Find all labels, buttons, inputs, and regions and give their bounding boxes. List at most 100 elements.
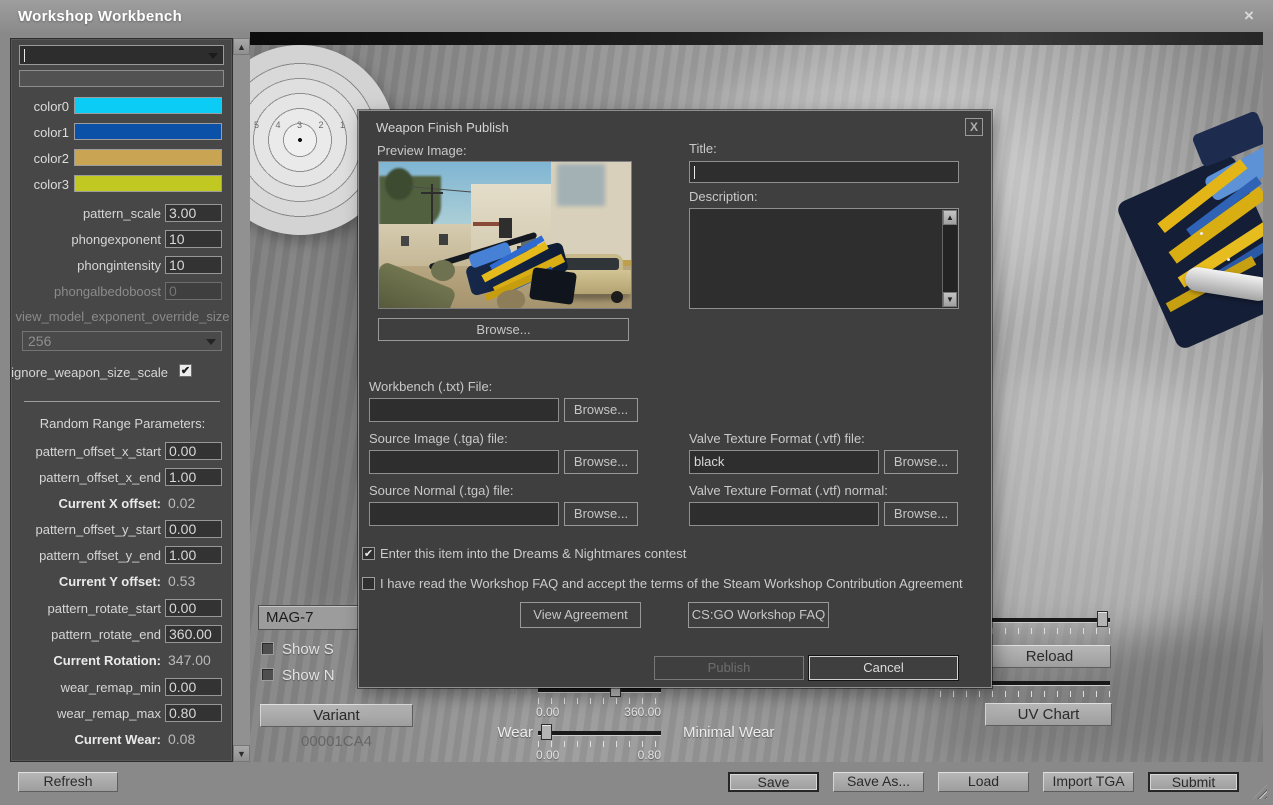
source-image-browse-button[interactable]: Browse... — [564, 450, 638, 474]
color2-label: color2 — [11, 151, 69, 166]
workshop-workbench-window: Workshop Workbench × 5 4 3 2 1 MAG-7 Sho… — [0, 0, 1273, 805]
source-image-input[interactable] — [369, 450, 559, 474]
refresh-button[interactable]: Refresh — [18, 772, 118, 792]
save-button[interactable]: Save — [728, 772, 819, 792]
preset-dropdown[interactable] — [19, 45, 224, 65]
load-button[interactable]: Load — [938, 772, 1029, 792]
resize-grip[interactable] — [1253, 785, 1267, 799]
wear-slider-track[interactable] — [538, 731, 661, 735]
field-label: pattern_offset_y_end — [11, 548, 161, 563]
workbench-browse-button[interactable]: Browse... — [564, 398, 638, 422]
vtf-file-browse-button[interactable]: Browse... — [884, 450, 958, 474]
pattern-scale-row: pattern_scale 3.00 — [11, 204, 234, 222]
vtf-normal-input[interactable] — [689, 502, 879, 526]
ignore-weapon-size-label: ignore_weapon_size_scale — [11, 365, 168, 380]
rotation-slider-ticks — [538, 698, 662, 704]
submit-button[interactable]: Submit — [1148, 772, 1239, 792]
pv-window — [439, 234, 448, 245]
pattern-rotate-start-input[interactable]: 0.00 — [165, 599, 222, 617]
import-tga-button[interactable]: Import TGA — [1043, 772, 1134, 792]
color1-swatch[interactable] — [74, 123, 222, 140]
phongintensity-input[interactable]: 10 — [165, 256, 222, 274]
preview-browse-button[interactable]: Browse... — [378, 318, 629, 341]
variant-button[interactable]: Variant — [260, 704, 413, 727]
sidebar-scrollbar[interactable]: ▲ ▼ — [233, 38, 250, 762]
color2-swatch[interactable] — [74, 149, 222, 166]
preview-image-label: Preview Image: — [377, 143, 467, 158]
show-n-checkbox[interactable] — [261, 668, 274, 681]
scroll-up-icon[interactable]: ▲ — [233, 38, 250, 55]
title-bar[interactable]: Workshop Workbench × — [0, 0, 1273, 32]
color1-label: color1 — [11, 125, 69, 140]
description-textarea[interactable]: ▲ ▼ — [689, 208, 959, 309]
title-label: Title: — [689, 141, 717, 156]
pattern-offset-y-end-input[interactable]: 1.00 — [165, 546, 222, 564]
phongalbedoboost-row: phongalbedoboost 0 — [11, 282, 234, 300]
current-x-offset-value: 0.02 — [168, 495, 195, 511]
current-x-offset-row: Current X offset: 0.02 — [11, 494, 234, 512]
name-input[interactable] — [19, 70, 224, 87]
dialog-close-button[interactable]: X — [965, 118, 983, 136]
show-s-checkbox-row[interactable]: Show S — [261, 641, 334, 657]
chevron-down-icon — [206, 339, 216, 345]
faq-agreement-checkbox[interactable] — [362, 577, 375, 590]
rotation-min-value: 0.00 — [536, 705, 559, 719]
vtf-normal-browse-button[interactable]: Browse... — [884, 502, 958, 526]
source-image-label: Source Image (.tga) file: — [369, 431, 508, 446]
cancel-button[interactable]: Cancel — [809, 656, 958, 680]
window-close-icon[interactable]: × — [1239, 6, 1259, 26]
color2-row: color2 — [11, 149, 234, 167]
pattern-offset-x-end-row: pattern_offset_x_end 1.00 — [11, 468, 234, 486]
pattern-offset-x-start-input[interactable]: 0.00 — [165, 442, 222, 460]
weapon-finish-publish-dialog: Weapon Finish Publish X Preview Image: — [358, 110, 992, 688]
wear-remap-min-input[interactable]: 0.00 — [165, 678, 222, 696]
color1-row: color1 — [11, 123, 234, 141]
view-agreement-button[interactable]: View Agreement — [520, 602, 641, 628]
color3-swatch[interactable] — [74, 175, 222, 192]
pattern-offset-x-end-input[interactable]: 1.00 — [165, 468, 222, 486]
current-y-offset-value: 0.53 — [168, 573, 195, 589]
wear-slider-handle[interactable] — [541, 724, 552, 740]
pattern-scale-input[interactable]: 3.00 — [165, 204, 222, 222]
pv-palm-tree — [385, 168, 413, 200]
source-normal-input[interactable] — [369, 502, 559, 526]
pattern-rotate-end-input[interactable]: 360.00 — [165, 625, 222, 643]
color0-swatch[interactable] — [74, 97, 222, 114]
wear-max-value: 0.80 — [590, 748, 661, 762]
pattern-offset-y-end-row: pattern_offset_y_end 1.00 — [11, 546, 234, 564]
ignore-weapon-size-checkbox[interactable]: ✔ — [179, 364, 192, 377]
scroll-down-icon[interactable]: ▼ — [233, 745, 250, 762]
scroll-down-icon[interactable]: ▼ — [943, 292, 957, 307]
current-y-offset-label: Current Y offset: — [11, 574, 161, 589]
uv-chart-button[interactable]: UV Chart — [985, 703, 1112, 726]
show-n-checkbox-row[interactable]: Show N — [261, 667, 335, 683]
pattern-scale-label: pattern_scale — [11, 206, 161, 221]
show-s-checkbox[interactable] — [261, 642, 274, 655]
pattern-rotate-start-row: pattern_rotate_start 0.00 — [11, 599, 234, 617]
vtf-file-input[interactable]: black — [689, 450, 879, 474]
rotation-slider-track[interactable] — [538, 688, 661, 692]
dialog-title: Weapon Finish Publish — [376, 120, 509, 135]
source-normal-browse-button[interactable]: Browse... — [564, 502, 638, 526]
right-slider-handle[interactable] — [1097, 611, 1108, 627]
phongexponent-input[interactable]: 10 — [165, 230, 222, 248]
reload-button[interactable]: Reload — [988, 645, 1111, 668]
color0-label: color0 — [11, 99, 69, 114]
text-caret — [24, 49, 25, 62]
description-scrollbar[interactable]: ▲ ▼ — [942, 210, 957, 307]
wear-slider-ticks — [538, 741, 662, 747]
workbench-file-input[interactable] — [369, 398, 559, 422]
ignore-weapon-size-row: ignore_weapon_size_scale ✔ — [11, 363, 234, 381]
title-input[interactable] — [689, 161, 959, 183]
pv-front-hand — [431, 260, 455, 281]
contest-checkbox[interactable]: ✔ — [362, 547, 375, 560]
pv-car-wheel — [611, 291, 623, 303]
save-as-button[interactable]: Save As... — [833, 772, 924, 792]
pattern-offset-y-start-input[interactable]: 0.00 — [165, 520, 222, 538]
pattern-rotate-end-row: pattern_rotate_end 360.00 — [11, 625, 234, 643]
workshop-faq-button[interactable]: CS:GO Workshop FAQ — [688, 602, 829, 628]
field-label: wear_remap_min — [11, 680, 161, 695]
pv-car-windows — [563, 258, 619, 270]
scroll-up-icon[interactable]: ▲ — [943, 210, 957, 225]
wear-remap-max-input[interactable]: 0.80 — [165, 704, 222, 722]
